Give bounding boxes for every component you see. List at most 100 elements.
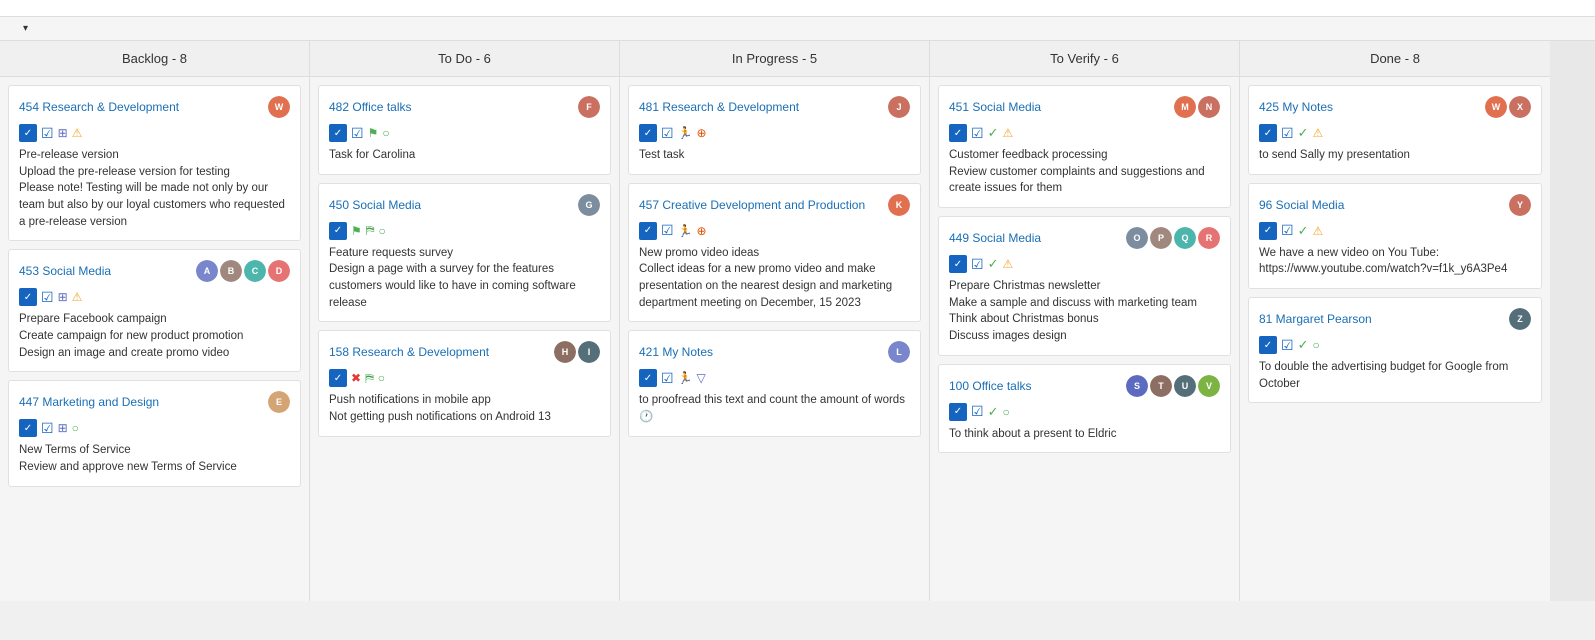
card-title[interactable]: 449 Social Media <box>949 231 1041 245</box>
column-backlog: Backlog - 8 454 Research & Development W… <box>0 41 310 601</box>
card-title[interactable]: 421 My Notes <box>639 345 713 359</box>
layers-icon: ⊞ <box>58 126 68 140</box>
avatar-group: J <box>888 96 910 118</box>
checkbox-icon[interactable]: ✓ <box>639 369 657 387</box>
card-title[interactable]: 451 Social Media <box>949 100 1041 114</box>
avatar: C <box>244 260 266 282</box>
card-title[interactable]: 450 Social Media <box>329 198 421 212</box>
checkbox-icon[interactable]: ✓ <box>329 124 347 142</box>
avatar: E <box>268 391 290 413</box>
circle-icon: ○ <box>1312 338 1319 352</box>
check-icon: ☑ <box>661 125 674 142</box>
column-header: In Progress - 5 <box>620 41 929 77</box>
card-icons: ✓☑✓⚠ <box>949 255 1220 273</box>
card-title[interactable]: 158 Research & Development <box>329 345 489 359</box>
task-card[interactable]: 81 Margaret Pearson Z ✓☑✓○ To double the… <box>1248 297 1542 403</box>
card-icons: ✓✖⛿○ <box>329 369 600 387</box>
checkbox-icon[interactable]: ✓ <box>329 222 347 240</box>
checkbox-icon[interactable]: ✓ <box>1259 336 1277 354</box>
warning-orange-icon: ⊕ <box>697 126 707 140</box>
column-body: 454 Research & Development W ✓☑⊞⚠ Pre-re… <box>0 77 309 601</box>
avatar: U <box>1174 375 1196 397</box>
avatar: F <box>578 96 600 118</box>
avatar-group: F <box>578 96 600 118</box>
avatar-group: L <box>888 341 910 363</box>
warning-icon: ⚠ <box>1312 224 1323 238</box>
flag-green-icon: ⚑ <box>368 126 379 140</box>
column-header: To Verify - 6 <box>930 41 1239 77</box>
card-title[interactable]: 482 Office talks <box>329 100 412 114</box>
column-header: Done - 8 <box>1240 41 1550 77</box>
green-check-icon: ✓ <box>988 404 999 420</box>
avatar: I <box>578 341 600 363</box>
task-card[interactable]: 453 Social Media ABCD ✓☑⊞⚠ Prepare Faceb… <box>8 249 301 372</box>
checkbox-icon[interactable]: ✓ <box>19 288 37 306</box>
card-title-row: 81 Margaret Pearson Z <box>1259 308 1531 330</box>
task-card[interactable]: 450 Social Media G ✓⚑⛿○ Feature requests… <box>318 183 611 323</box>
task-card[interactable]: 100 Office talks STUV ✓☑✓○ To think abou… <box>938 364 1231 454</box>
card-title[interactable]: 481 Research & Development <box>639 100 799 114</box>
green-check-icon: ✓ <box>1298 223 1309 239</box>
circle-icon: ○ <box>72 421 79 435</box>
circle-icon: ○ <box>382 126 389 140</box>
card-title[interactable]: 447 Marketing and Design <box>19 395 159 409</box>
task-card[interactable]: 447 Marketing and Design E ✓☑⊞○ New Term… <box>8 380 301 486</box>
task-card[interactable]: 96 Social Media Y ✓☑✓⚠ We have a new vid… <box>1248 183 1542 289</box>
card-text: Prepare Facebook campaignCreate campaign… <box>19 311 290 361</box>
card-title[interactable]: 454 Research & Development <box>19 100 179 114</box>
card-icons: ✓☑🏃⊕ <box>639 222 910 240</box>
column-todo: To Do - 6 482 Office talks F ✓☑⚑○ Task f… <box>310 41 620 601</box>
card-title[interactable]: 457 Creative Development and Production <box>639 198 865 212</box>
check-icon: ☑ <box>1281 337 1294 354</box>
card-text: Customer feedback processingReview custo… <box>949 147 1220 197</box>
avatar: H <box>554 341 576 363</box>
task-card[interactable]: 457 Creative Development and Production … <box>628 183 921 323</box>
column-header: Backlog - 8 <box>0 41 309 77</box>
checkbox-icon[interactable]: ✓ <box>1259 124 1277 142</box>
checkbox-icon[interactable]: ✓ <box>19 419 37 437</box>
checkbox-icon[interactable]: ✓ <box>639 124 657 142</box>
check-icon: ☑ <box>41 289 54 306</box>
card-text: To double the advertising budget for Goo… <box>1259 359 1531 392</box>
avatar-group: MN <box>1174 96 1220 118</box>
runner-icon: 🏃 <box>678 371 693 385</box>
task-card[interactable]: 449 Social Media OPQR ✓☑✓⚠ Prepare Chris… <box>938 216 1231 356</box>
avatar: O <box>1126 227 1148 249</box>
avatar: J <box>888 96 910 118</box>
checkbox-icon[interactable]: ✓ <box>19 124 37 142</box>
card-icons: ✓☑🏃▽ <box>639 369 910 387</box>
card-title[interactable]: 453 Social Media <box>19 264 111 278</box>
checkbox-icon[interactable]: ✓ <box>639 222 657 240</box>
card-title-row: 454 Research & Development W <box>19 96 290 118</box>
task-card[interactable]: 454 Research & Development W ✓☑⊞⚠ Pre-re… <box>8 85 301 241</box>
card-icons: ✓⚑⛿○ <box>329 222 600 240</box>
avatar-group: Z <box>1509 308 1531 330</box>
card-title[interactable]: 425 My Notes <box>1259 100 1333 114</box>
task-card[interactable]: 482 Office talks F ✓☑⚑○ Task for Carolin… <box>318 85 611 175</box>
checkbox-icon[interactable]: ✓ <box>1259 222 1277 240</box>
avatar-group: OPQR <box>1126 227 1220 249</box>
avatar: G <box>578 194 600 216</box>
card-icons: ✓☑⊞⚠ <box>19 124 290 142</box>
checkbox-icon[interactable]: ✓ <box>949 124 967 142</box>
task-card[interactable]: 425 My Notes WX ✓☑✓⚠ to send Sally my pr… <box>1248 85 1542 175</box>
column-body: 425 My Notes WX ✓☑✓⚠ to send Sally my pr… <box>1240 77 1550 601</box>
task-card[interactable]: 421 My Notes L ✓☑🏃▽ to proofread this te… <box>628 330 921 436</box>
card-icons: ✓☑✓⚠ <box>1259 222 1531 240</box>
checkbox-icon[interactable]: ✓ <box>949 403 967 421</box>
checkbox-icon[interactable]: ✓ <box>949 255 967 273</box>
task-card[interactable]: 481 Research & Development J ✓☑🏃⊕ Test t… <box>628 85 921 175</box>
avatar-group: Y <box>1509 194 1531 216</box>
check-icon: ☑ <box>661 370 674 387</box>
card-title-row: 158 Research & Development HI <box>329 341 600 363</box>
board: Backlog - 8 454 Research & Development W… <box>0 41 1595 601</box>
card-title[interactable]: 100 Office talks <box>949 379 1032 393</box>
task-card[interactable]: 451 Social Media MN ✓☑✓⚠ Customer feedba… <box>938 85 1231 208</box>
card-title[interactable]: 81 Margaret Pearson <box>1259 312 1372 326</box>
checkbox-icon[interactable]: ✓ <box>329 369 347 387</box>
card-title[interactable]: 96 Social Media <box>1259 198 1344 212</box>
sort-value[interactable]: ▾ <box>20 23 28 34</box>
task-card[interactable]: 158 Research & Development HI ✓✖⛿○ Push … <box>318 330 611 436</box>
card-title-row: 421 My Notes L <box>639 341 910 363</box>
green-check-icon: ✓ <box>988 256 999 272</box>
